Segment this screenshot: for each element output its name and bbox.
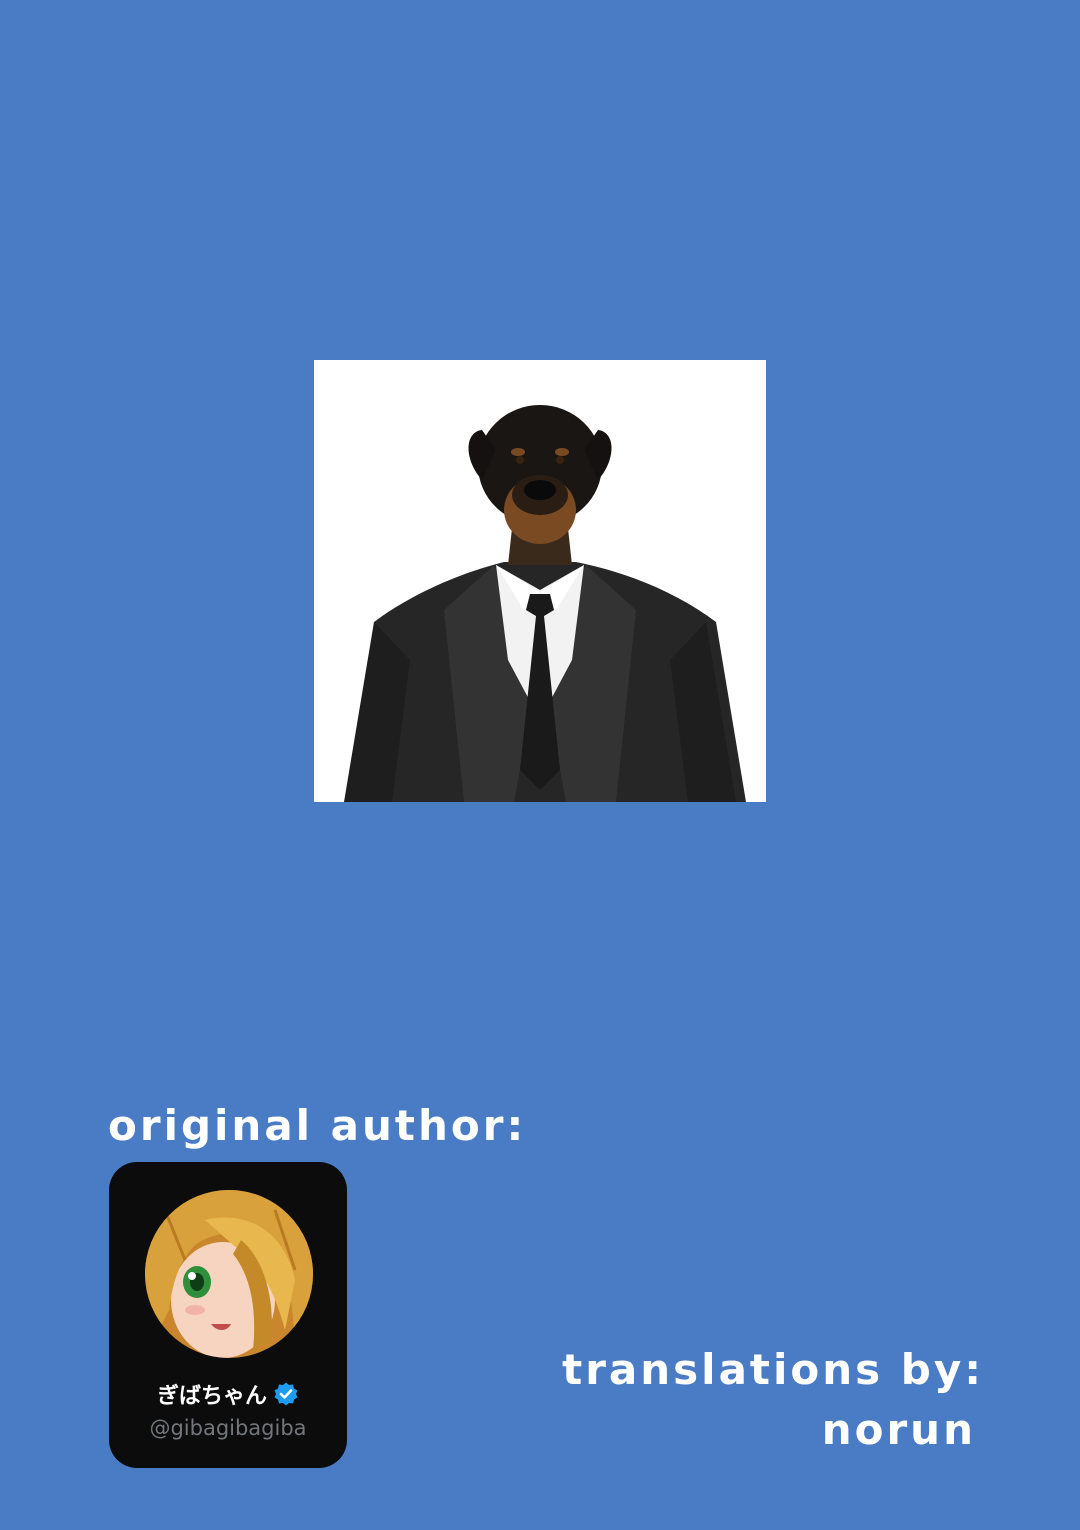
verified-badge-icon — [273, 1381, 299, 1407]
translations-by-label: translations by: — [562, 1345, 984, 1394]
anime-girl-avatar-icon[interactable] — [145, 1190, 313, 1358]
author-handle[interactable]: @gibagibagiba — [109, 1416, 347, 1440]
dog-in-suit-image — [314, 360, 766, 802]
original-author-label: original author: — [108, 1101, 527, 1150]
author-display-name[interactable]: ぎばちゃん — [157, 1378, 267, 1410]
author-name-row: ぎばちゃん — [109, 1374, 347, 1414]
translator-name: norun — [821, 1405, 976, 1454]
author-profile-card[interactable]: ぎばちゃん @gibagibagiba — [109, 1162, 347, 1468]
